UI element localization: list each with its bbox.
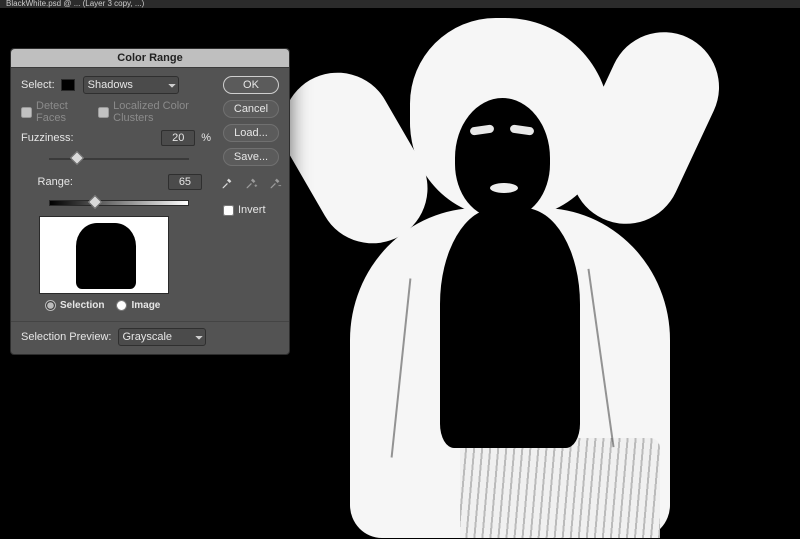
fuzziness-input[interactable] — [161, 130, 195, 146]
canvas-image-preview — [290, 8, 710, 539]
color-range-dialog: Color Range Select: Shadows Detect Faces… — [10, 48, 290, 355]
select-label: Select: — [21, 79, 55, 91]
range-input[interactable] — [168, 174, 202, 190]
eyedropper-icon[interactable] — [220, 176, 234, 190]
preview-mode-selection-radio[interactable] — [45, 300, 56, 311]
localized-clusters-label: Localized Color Clusters — [113, 100, 211, 124]
fuzziness-label: Fuzziness: — [21, 132, 73, 144]
invert-label: Invert — [238, 204, 266, 216]
selection-preview-thumbnail — [39, 216, 169, 294]
cancel-button[interactable]: Cancel — [223, 100, 279, 118]
preview-mode-selection[interactable]: Selection — [45, 300, 104, 311]
document-tab-bar: BlackWhite.psd @ ... (Layer 3 copy, ...) — [0, 0, 800, 8]
eyedropper-plus-icon[interactable] — [244, 176, 258, 190]
range-label: Range: — [21, 176, 73, 188]
ok-button[interactable]: OK — [223, 76, 279, 94]
document-tab-title: BlackWhite.psd @ ... (Layer 3 copy, ...) — [6, 0, 144, 8]
select-swatch — [61, 79, 75, 91]
preview-mode-image[interactable]: Image — [116, 300, 160, 311]
detect-faces-checkbox — [21, 107, 32, 118]
save-button[interactable]: Save... — [223, 148, 279, 166]
dialog-title: Color Range — [11, 49, 289, 68]
selection-preview-dropdown[interactable]: Grayscale — [118, 328, 206, 346]
load-button[interactable]: Load... — [223, 124, 279, 142]
fuzziness-slider[interactable] — [49, 152, 189, 166]
fuzziness-unit: % — [201, 132, 211, 144]
eyedropper-minus-icon[interactable] — [268, 176, 282, 190]
detect-faces-label: Detect Faces — [36, 100, 88, 124]
selection-preview-label: Selection Preview: — [21, 331, 112, 343]
range-slider[interactable] — [49, 196, 189, 210]
localized-clusters-checkbox — [98, 107, 109, 118]
select-dropdown[interactable]: Shadows — [83, 76, 179, 94]
invert-option[interactable]: Invert — [223, 204, 279, 216]
preview-mode-image-radio[interactable] — [116, 300, 127, 311]
invert-checkbox[interactable] — [223, 205, 234, 216]
